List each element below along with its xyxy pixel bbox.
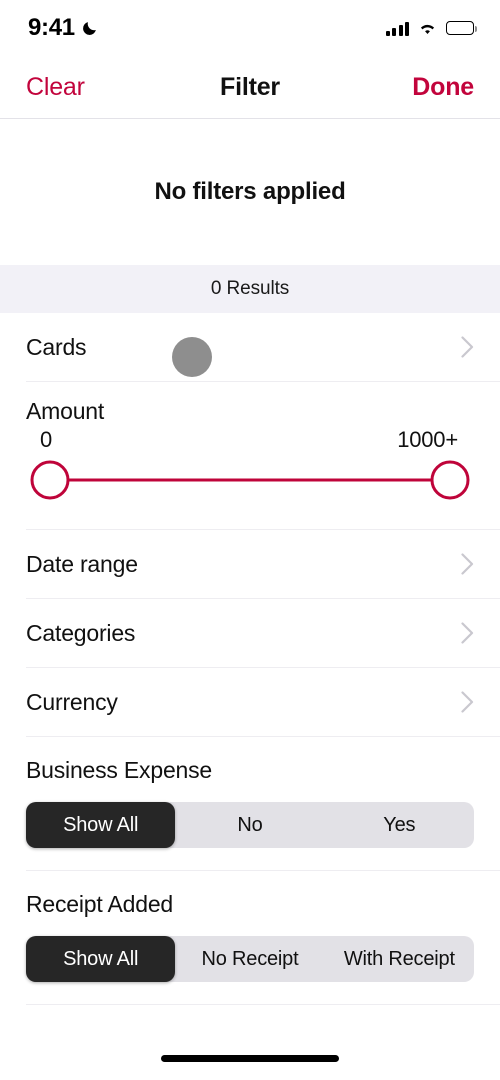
receipt-added-option-show-all[interactable]: Show All [26, 936, 176, 982]
slider-track [50, 478, 450, 482]
done-button[interactable]: Done [412, 73, 474, 102]
row-date-range-label: Date range [26, 550, 138, 577]
amount-value-labels: 0 1000+ [26, 427, 474, 453]
slider-thumb-min[interactable] [30, 460, 70, 500]
amount-title: Amount [26, 398, 105, 424]
row-cards-label: Cards [26, 333, 87, 360]
chevron-right-icon [461, 336, 474, 358]
amount-range-slider[interactable] [26, 457, 474, 503]
business-expense-section: Business Expense Show All No Yes [0, 737, 500, 870]
row-categories-label: Categories [26, 619, 136, 646]
empty-state-message: No filters applied [154, 178, 346, 205]
business-expense-option-no[interactable]: No [175, 802, 324, 848]
results-count-label: 0 Results [210, 278, 290, 299]
divider [26, 1004, 500, 1005]
crescent-moon-icon [82, 21, 96, 35]
receipt-added-option-no-receipt[interactable]: No Receipt [175, 936, 324, 982]
clear-button[interactable]: Clear [26, 73, 85, 102]
status-bar-right [385, 21, 478, 36]
battery-full-icon [446, 21, 478, 35]
business-expense-title: Business Expense [26, 757, 213, 783]
chevron-right-icon [461, 622, 474, 644]
business-expense-segmented-control[interactable]: Show All No Yes [26, 802, 474, 848]
receipt-added-segmented-control[interactable]: Show All No Receipt With Receipt [26, 936, 474, 982]
row-cards[interactable]: Cards [0, 313, 500, 381]
status-bar: 9:41 [0, 0, 500, 56]
receipt-added-option-with-receipt[interactable]: With Receipt [325, 936, 474, 982]
chevron-right-icon [461, 691, 474, 713]
receipt-added-section: Receipt Added Show All No Receipt With R… [0, 871, 500, 1004]
slider-thumb-max[interactable] [430, 460, 470, 500]
row-currency-label: Currency [26, 688, 118, 715]
empty-state: No filters applied [0, 119, 500, 265]
receipt-added-title: Receipt Added [26, 891, 174, 917]
nav-bar: Clear Filter Done [0, 56, 500, 118]
amount-max-label: 1000+ [397, 427, 458, 452]
home-indicator[interactable] [161, 1055, 339, 1062]
row-date-range[interactable]: Date range [0, 530, 500, 598]
row-currency[interactable]: Currency [0, 668, 500, 736]
amount-min-label: 0 [40, 427, 53, 452]
business-expense-option-yes[interactable]: Yes [325, 802, 474, 848]
chevron-right-icon [461, 553, 474, 575]
amount-filter-section: Amount 0 1000+ [0, 382, 500, 529]
business-expense-option-show-all[interactable]: Show All [26, 802, 176, 848]
cellular-bars-icon [385, 21, 409, 36]
wifi-icon [420, 24, 435, 34]
status-bar-clock: 9:41 [28, 14, 75, 41]
status-bar-left: 9:41 [28, 14, 98, 42]
row-categories[interactable]: Categories [0, 599, 500, 667]
results-count-band: 0 Results [0, 265, 500, 313]
